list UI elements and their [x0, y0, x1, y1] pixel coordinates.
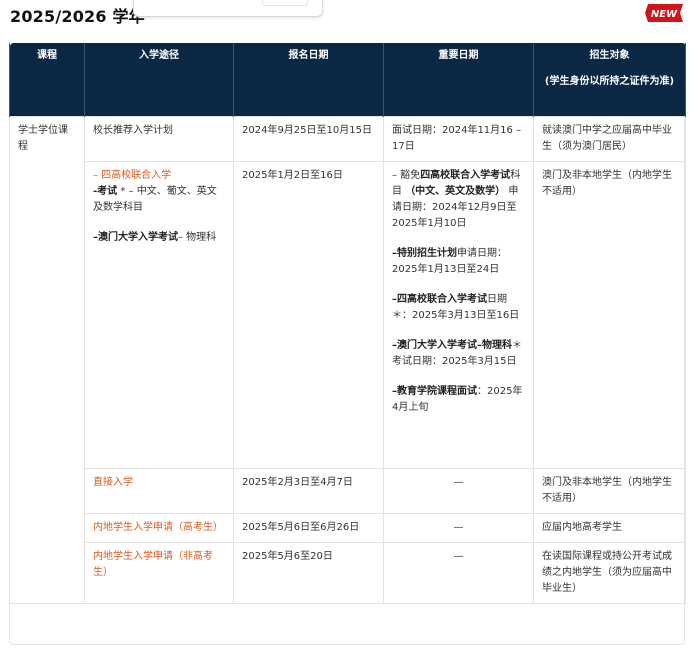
route-cell: 内地学生入学申请（非高考生）	[84, 541, 234, 604]
target-cell: 澳门及非本地学生（内地学生不适用）	[533, 467, 686, 514]
imp-special-label: –特别招生计划	[392, 247, 457, 259]
important-date-cell: —	[383, 541, 534, 604]
important-date-cell: —	[383, 512, 534, 543]
admissions-table: 课程 入学途径 报名日期 重要日期 招生对象 (学生身份以所持之证件为准) 学士…	[9, 43, 686, 604]
header-important-date: 重要日期	[383, 43, 534, 116]
imp-exempt-exam: 四高校联合入学考试	[420, 169, 511, 181]
target-cell: 在读国际课程或持公开考试成绩之内地学生（须为应届高中毕业生）	[533, 541, 686, 604]
table-row: – 四高校联合入学 -考试 * – 中文、葡文、英文及数学科目 –澳门大学入学考…	[10, 160, 686, 469]
search-box[interactable]	[133, 0, 323, 17]
route-um-exam-subject: – 物理科	[178, 231, 217, 243]
table-header-row: 课程 入学途径 报名日期 重要日期 招生对象 (学生身份以所持之证件为准)	[9, 43, 686, 116]
new-badge-icon: NEW	[645, 4, 683, 22]
table-row: 内地学生入学申请（非高考生） 2025年5月6至20日 — 在读国际课程或持公开…	[10, 541, 686, 604]
table-row: 内地学生入学申请（高考生） 2025年5月6日至6月26日 — 应届内地高考学生	[10, 512, 686, 543]
reg-date-cell: 2025年5月6日至6月26日	[233, 512, 384, 543]
imp-um-exam-label: –澳门大学入学考试–物理科	[392, 339, 512, 351]
route-link-mainland-non-gaokao[interactable]: 内地学生入学申请（非高考生）	[93, 551, 213, 578]
imp-interview-label: –教育学院课程面试	[392, 385, 477, 397]
header-target-label: 招生对象	[589, 50, 630, 61]
imp-exempt-subjects-list: （中文、英文及数学）	[405, 185, 506, 197]
route-cell: – 四高校联合入学 -考试 * – 中文、葡文、英文及数学科目 –澳门大学入学考…	[84, 160, 234, 469]
route-cell: 直接入学	[84, 467, 234, 514]
route-cell: 内地学生入学申请（高考生）	[84, 512, 234, 543]
route-exam-label: -考试	[93, 185, 118, 197]
reg-date-cell: 2025年5月6至20日	[233, 541, 384, 604]
route-link-mainland-gaokao[interactable]: 内地学生入学申请（高考生）	[93, 522, 223, 533]
page-title: 2025/2026 学年	[10, 7, 145, 26]
important-date-cell: —	[383, 467, 534, 514]
table-row: 直接入学 2025年2月3日至4月7日 — 澳门及非本地学生（内地学生不适用）	[10, 467, 686, 514]
reg-date-cell: 2024年9月25日至10月15日	[233, 115, 384, 162]
admissions-table-card: 课程 入学途径 报名日期 重要日期 招生对象 (学生身份以所持之证件为准) 学士…	[9, 43, 686, 645]
route-link-direct[interactable]: 直接入学	[93, 477, 133, 488]
route-cell: 校长推荐入学计划	[84, 115, 234, 162]
route-link-joint-exam[interactable]: – 四高校联合入学	[93, 170, 171, 181]
reg-date-cell: 2025年2月3日至4月7日	[233, 467, 384, 514]
course-cell: 学士学位课程	[9, 115, 85, 604]
new-badge: NEW	[645, 4, 683, 22]
imp-exempt-prefix: – 豁免	[392, 169, 421, 181]
route-um-exam-label: –澳门大学入学考试	[93, 231, 178, 243]
header-target-note: (学生身份以所持之证件为准)	[544, 76, 675, 87]
reg-date-cell: 2025年1月2日至16日	[233, 160, 384, 469]
header-course: 课程	[9, 43, 85, 116]
table-row: 学士学位课程 校长推荐入学计划 2024年9月25日至10月15日 面试日期：2…	[9, 115, 686, 604]
important-date-cell: – 豁免四高校联合入学考试科目 （中文、英文及数学） 申请日期：2024年12月…	[383, 160, 534, 469]
target-cell: 澳门及非本地学生（内地学生不适用）	[533, 160, 686, 469]
header-route: 入学途径	[84, 43, 234, 116]
header-reg-date: 报名日期	[233, 43, 384, 116]
search-box-button[interactable]	[262, 0, 308, 6]
important-date-cell: 面试日期：2024年11月16 – 17日	[383, 115, 534, 162]
new-badge-label: NEW	[651, 9, 678, 20]
imp-joint-exam-label: –四高校联合入学考试	[392, 293, 487, 305]
target-cell: 应届内地高考学生	[533, 512, 686, 543]
header-target: 招生对象 (学生身份以所持之证件为准)	[533, 43, 686, 116]
target-cell: 就读澳门中学之应届高中毕业生（须为澳门居民）	[533, 115, 686, 162]
